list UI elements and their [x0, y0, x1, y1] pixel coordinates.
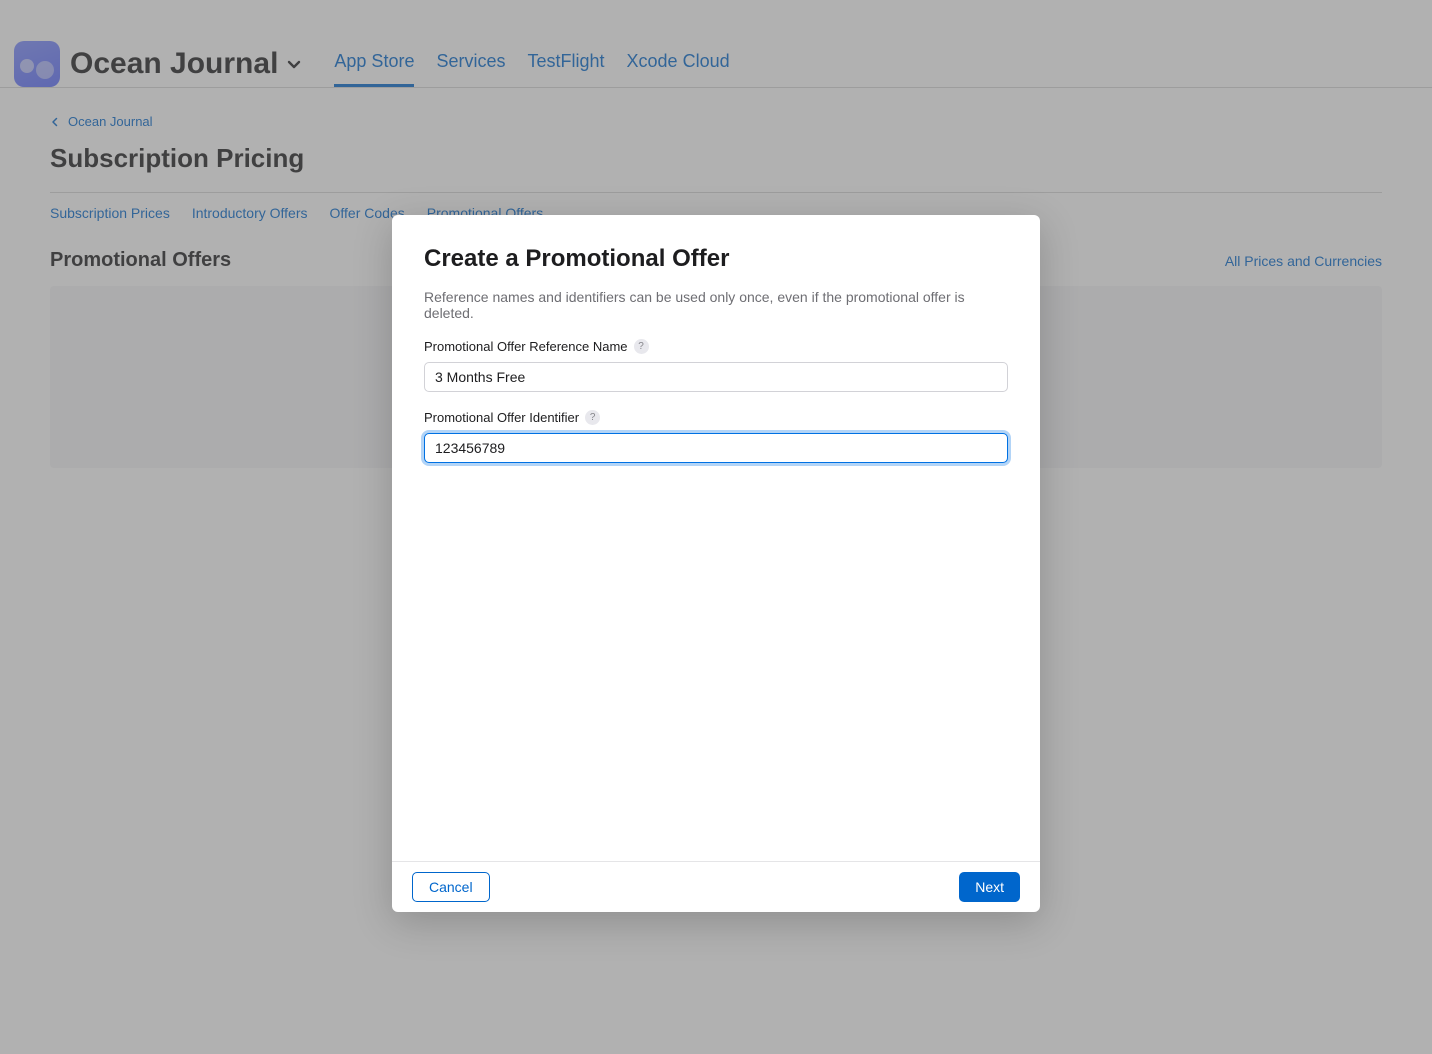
reference-name-label-text: Promotional Offer Reference Name [424, 339, 628, 354]
identifier-input[interactable] [424, 433, 1008, 463]
help-icon[interactable]: ? [634, 339, 649, 354]
modal-footer: Cancel Next [392, 861, 1040, 912]
help-icon[interactable]: ? [585, 410, 600, 425]
modal-description: Reference names and identifiers can be u… [424, 289, 1008, 321]
modal-overlay: Create a Promotional Offer Reference nam… [0, 0, 1432, 1054]
identifier-label-text: Promotional Offer Identifier [424, 410, 579, 425]
modal-title: Create a Promotional Offer [424, 245, 1008, 273]
create-promotional-offer-modal: Create a Promotional Offer Reference nam… [392, 215, 1040, 912]
identifier-label: Promotional Offer Identifier ? [424, 410, 1008, 425]
modal-body: Create a Promotional Offer Reference nam… [392, 215, 1040, 861]
cancel-button[interactable]: Cancel [412, 872, 490, 902]
reference-name-label: Promotional Offer Reference Name ? [424, 339, 1008, 354]
next-button[interactable]: Next [959, 872, 1020, 902]
reference-name-input[interactable] [424, 362, 1008, 392]
